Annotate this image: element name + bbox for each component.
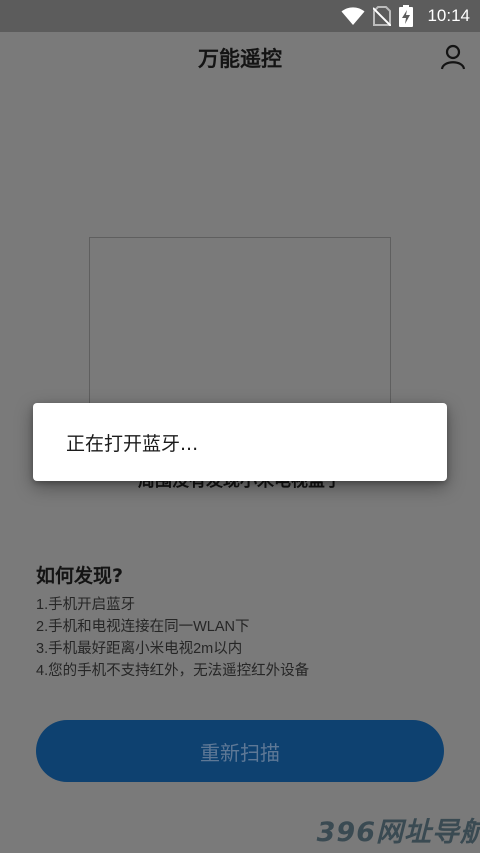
wifi-icon bbox=[341, 6, 365, 26]
rescan-button-label: 重新扫描 bbox=[200, 740, 280, 765]
help-list: 1.手机开启蓝牙 2.手机和电视连接在同一WLAN下 3.手机最好距离小米电视2… bbox=[36, 594, 309, 682]
help-item: 3.手机最好距离小米电视2m以内 bbox=[36, 641, 243, 657]
progress-dialog: 正在打开蓝牙... bbox=[33, 403, 447, 481]
help-item: 1.手机开启蓝牙 bbox=[36, 597, 136, 613]
help-item: 4.您的手机不支持红外，无法遥控红外设备 bbox=[36, 663, 310, 679]
help-title: 如何发现? bbox=[36, 565, 124, 587]
app-bar: 万能遥控 bbox=[0, 32, 480, 84]
no-sim-icon bbox=[373, 6, 392, 26]
user-icon[interactable] bbox=[440, 44, 466, 70]
help-item: 2.手机和电视连接在同一WLAN下 bbox=[36, 619, 250, 635]
page-title: 万能遥控 bbox=[198, 47, 282, 71]
battery-charging-icon bbox=[399, 5, 414, 27]
dialog-message: 正在打开蓝牙... bbox=[66, 432, 199, 455]
status-bar: 10:14 bbox=[0, 0, 480, 32]
watermark: 396网址导航 bbox=[316, 817, 480, 848]
rescan-button[interactable]: 重新扫描 bbox=[36, 720, 444, 782]
status-time: 10:14 bbox=[427, 6, 470, 25]
